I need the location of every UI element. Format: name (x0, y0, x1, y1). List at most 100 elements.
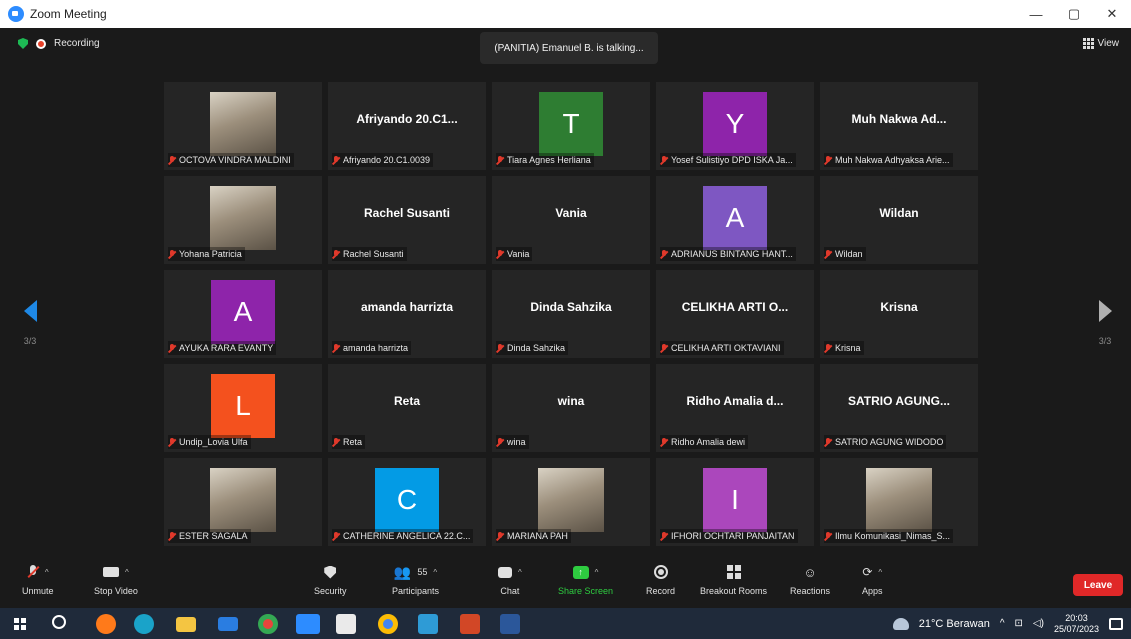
breakout-rooms-button[interactable]: Breakout Rooms (700, 564, 767, 596)
chevron-up-icon[interactable]: ^ (433, 568, 437, 577)
chevron-up-icon[interactable]: ^ (878, 568, 882, 577)
participant-tile[interactable]: amanda harrizta amanda harrizta (328, 270, 486, 358)
system-tray: 21°C Berawan ^ ⊡ ◁) 20:03 25/07/2023 (892, 608, 1123, 639)
participant-tile[interactable]: Krisna Krisna (820, 270, 978, 358)
participant-tile[interactable]: Ilmu Komunikasi_Nimas_S... (820, 458, 978, 546)
stop-video-button[interactable]: ^ Stop Video (94, 564, 138, 596)
chrome-icon[interactable] (258, 614, 278, 634)
previous-page-button[interactable]: 3/3 (10, 300, 50, 346)
unmute-button[interactable]: ^ Unmute (22, 564, 54, 596)
participant-name: MARIANA PAH (507, 531, 568, 541)
search-icon[interactable] (52, 615, 66, 629)
participant-tile[interactable]: Muh Nakwa Ad... Muh Nakwa Adhyaksa Arie..… (820, 82, 978, 170)
apps-button[interactable]: ⟳ ^ Apps (862, 564, 883, 596)
chevron-up-icon[interactable]: ^ (1000, 618, 1005, 629)
share-screen-button[interactable]: ↑ ^ Share Screen (558, 564, 613, 596)
security-button[interactable]: Security (314, 564, 347, 596)
clock[interactable]: 20:03 25/07/2023 (1054, 613, 1099, 635)
participant-tile[interactable]: wina wina (492, 364, 650, 452)
participant-name: amanda harrizta (343, 343, 409, 353)
maximize-button[interactable]: ▢ (1055, 0, 1093, 28)
participant-tile[interactable]: OCTOVA VINDRA MALDINI (164, 82, 322, 170)
zoom-taskbar-icon[interactable] (296, 614, 320, 634)
muted-mic-icon (660, 249, 668, 259)
participant-name: IFHORI OCHTARI PANJAITAN (671, 531, 795, 541)
participant-tile[interactable]: Reta Reta (328, 364, 486, 452)
word-icon[interactable] (500, 614, 520, 634)
photos-icon[interactable] (418, 614, 438, 634)
muted-mic-icon (660, 155, 668, 165)
participant-name-label: wina (496, 435, 529, 449)
participant-tile[interactable]: SATRIO AGUNG... SATRIO AGUNG WIDODO (820, 364, 978, 452)
chat-button[interactable]: ^ Chat (498, 564, 522, 596)
volume-icon[interactable]: ◁) (1033, 618, 1044, 629)
muted-mic-icon (496, 531, 504, 541)
participant-name-label: OCTOVA VINDRA MALDINI (168, 153, 294, 167)
participant-tile[interactable]: Dinda Sahzika Dinda Sahzika (492, 270, 650, 358)
participant-tile[interactable]: Ridho Amalia d... Ridho Amalia dewi (656, 364, 814, 452)
participant-display-name: CELIKHA ARTI O... (681, 300, 789, 314)
participant-name-label: AYUKA RARA EVANTY (168, 341, 277, 355)
participant-tile[interactable]: A AYUKA RARA EVANTY (164, 270, 322, 358)
muted-mic-icon (496, 155, 504, 165)
participant-video (538, 468, 604, 532)
participant-tile[interactable]: I IFHORI OCHTARI PANJAITAN (656, 458, 814, 546)
mail-icon[interactable] (218, 617, 238, 631)
muted-mic-icon (824, 531, 832, 541)
page-indicator-left: 3/3 (23, 336, 37, 346)
participant-tile[interactable]: Wildan Wildan (820, 176, 978, 264)
chevron-up-icon[interactable]: ^ (595, 568, 599, 577)
network-icon[interactable]: ⊡ (1015, 618, 1023, 629)
record-button[interactable]: Record (646, 564, 675, 596)
participant-video (210, 92, 276, 156)
recording-label[interactable]: Recording (54, 38, 100, 49)
file-explorer-icon[interactable] (176, 617, 196, 632)
active-speaker-banner: (PANITIA) Emanuel B. is talking... (480, 32, 658, 64)
participant-name: Tiara Agnes Herliana (507, 155, 591, 165)
view-button[interactable]: View (1082, 38, 1120, 49)
participant-tile[interactable]: Y Yosef Sulistiyo DPD ISKA Ja... (656, 82, 814, 170)
participant-tile[interactable]: ESTER SAGALA (164, 458, 322, 546)
participant-name: wina (507, 437, 526, 447)
participant-name: Afriyando 20.C1.0039 (343, 155, 431, 165)
participant-tile[interactable]: CELIKHA ARTI O... CELIKHA ARTI OKTAVIANI (656, 270, 814, 358)
participant-display-name: SATRIO AGUNG... (848, 394, 950, 408)
view-label: View (1097, 38, 1120, 49)
store-icon[interactable] (336, 614, 356, 634)
participants-icon: 👥 (393, 563, 412, 580)
edge-icon[interactable] (134, 614, 154, 634)
participant-tile[interactable]: C CATHERINE ANGELICA 22.C... (328, 458, 486, 546)
weather-label[interactable]: 21°C Berawan (919, 618, 990, 630)
participant-tile[interactable]: MARIANA PAH (492, 458, 650, 546)
participant-video (210, 468, 276, 532)
participant-display-name: Reta (393, 394, 420, 408)
participant-tile[interactable]: T Tiara Agnes Herliana (492, 82, 650, 170)
notifications-icon[interactable] (1109, 617, 1123, 630)
participant-name-label: Undip_Lovia Ulfa (168, 435, 251, 449)
shield-icon[interactable] (18, 38, 28, 49)
leave-button[interactable]: Leave (1073, 574, 1123, 596)
participant-name-label: Vania (496, 247, 533, 261)
windows-start-icon[interactable] (14, 618, 26, 630)
firefox-icon[interactable] (96, 614, 116, 634)
next-page-button[interactable]: 3/3 (1085, 300, 1125, 346)
muted-mic-icon (27, 565, 40, 579)
chevron-up-icon[interactable]: ^ (518, 568, 522, 577)
powerpoint-icon[interactable] (460, 614, 480, 634)
reactions-button[interactable]: ☺ Reactions (790, 564, 830, 597)
chevron-up-icon[interactable]: ^ (125, 568, 129, 577)
close-button[interactable]: ✕ (1093, 0, 1131, 28)
participant-tile[interactable]: L Undip_Lovia Ulfa (164, 364, 322, 452)
participants-button[interactable]: 👥 55 ^ Participants (392, 563, 439, 597)
minimize-button[interactable]: — (1017, 0, 1055, 28)
chevron-up-icon[interactable]: ^ (45, 568, 49, 577)
participant-tile[interactable]: Vania Vania (492, 176, 650, 264)
participant-name: Yosef Sulistiyo DPD ISKA Ja... (671, 155, 793, 165)
participant-tile[interactable]: Rachel Susanti Rachel Susanti (328, 176, 486, 264)
participant-tile[interactable]: A ADRIANUS BINTANG HANT... (656, 176, 814, 264)
participant-name-label: CATHERINE ANGELICA 22.C... (332, 529, 474, 543)
chrome-alt-icon[interactable] (378, 614, 398, 634)
participant-name: CATHERINE ANGELICA 22.C... (343, 531, 471, 541)
participant-tile[interactable]: Yohana Patricia (164, 176, 322, 264)
participant-tile[interactable]: Afriyando 20.C1... Afriyando 20.C1.0039 (328, 82, 486, 170)
